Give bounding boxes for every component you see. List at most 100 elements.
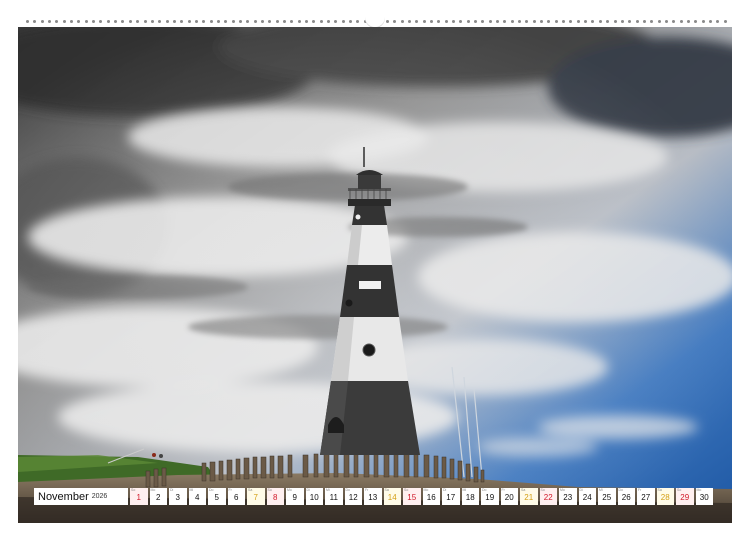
- binding-hole: [650, 19, 654, 23]
- binding-hole: [613, 19, 617, 23]
- day-cell: Fr 20: [500, 488, 518, 505]
- day-number: 15: [407, 493, 417, 502]
- month-label: November 2026: [34, 488, 128, 505]
- weekday-label: Do: [482, 488, 487, 492]
- day-cell: Mi 18: [461, 488, 479, 505]
- weekday-label: So: [131, 488, 136, 492]
- binding-hole: [172, 19, 176, 23]
- binding-hole: [518, 19, 522, 23]
- binding-hole: [554, 19, 558, 23]
- binding-hole: [620, 19, 624, 23]
- photo-illustration: [18, 27, 732, 523]
- day-cell: Fr 27: [637, 488, 655, 505]
- binding-hole: [459, 19, 463, 23]
- day-number: 11: [329, 493, 338, 502]
- day-number: 25: [602, 493, 612, 502]
- binding-hole: [136, 19, 140, 23]
- weekday-label: Mi: [599, 488, 603, 492]
- day-cell: Do 19: [481, 488, 499, 505]
- binding-hole: [143, 19, 147, 23]
- binding-hole: [26, 19, 29, 23]
- weekday-label: Mo: [150, 488, 156, 492]
- day-number: 27: [641, 493, 651, 502]
- binding-hole: [400, 19, 404, 23]
- day-number: 12: [348, 493, 358, 502]
- binding-hole: [473, 19, 477, 23]
- day-number: 5: [214, 493, 219, 502]
- binding-hole: [261, 19, 264, 23]
- day-number: 19: [485, 493, 495, 502]
- weekday-label: Sa: [248, 488, 253, 492]
- binding-hole: [194, 19, 198, 23]
- weekday-label: Mo: [287, 488, 292, 492]
- binding-hole: [510, 19, 514, 23]
- day-cell: Sa 14: [383, 488, 401, 505]
- month-year: 2026: [91, 493, 108, 500]
- day-number: 8: [273, 493, 278, 502]
- binding-hole: [128, 19, 132, 23]
- binding-hole: [429, 19, 433, 23]
- binding-hole: [48, 19, 52, 23]
- binding-hole: [180, 19, 184, 23]
- binding-hole: [437, 19, 441, 23]
- weekday-label: Mo: [696, 488, 702, 492]
- binding-hole: [532, 19, 536, 23]
- binding-hole: [62, 19, 66, 23]
- binding-hole: [628, 19, 632, 23]
- day-cell: Do 5: [208, 488, 226, 505]
- binding-hole: [216, 19, 220, 23]
- day-cell: Mo 30: [695, 488, 713, 505]
- day-number: 4: [195, 493, 200, 502]
- binding-hole: [525, 19, 529, 23]
- binding-hole: [679, 19, 683, 23]
- binding-hole: [481, 19, 485, 23]
- binding-hole: [422, 19, 426, 23]
- binding-hole: [407, 19, 411, 23]
- binding-hole: [576, 19, 580, 23]
- binding-hole: [121, 19, 125, 23]
- lighthouse-photo: [18, 27, 732, 523]
- binding-hole: [635, 19, 639, 23]
- binding-hole: [268, 19, 272, 23]
- binding-hole: [723, 19, 727, 23]
- binding-hole: [503, 19, 507, 23]
- day-number: 21: [524, 493, 534, 502]
- day-cell: Mi 11: [325, 488, 343, 505]
- binding-hole: [33, 19, 37, 23]
- weekday-label: Di: [306, 488, 310, 492]
- binding-hole: [312, 19, 316, 23]
- binding-hole: [672, 19, 676, 23]
- binding-hole: [297, 19, 301, 23]
- binding-hole: [77, 19, 81, 23]
- binding-hole: [606, 19, 610, 23]
- binding-hole: [114, 19, 118, 23]
- binding-hole: [664, 19, 668, 23]
- binding-hole: [694, 19, 698, 23]
- day-number: 10: [309, 493, 319, 502]
- weekday-label: Sa: [384, 488, 389, 492]
- binding-hole: [385, 19, 389, 23]
- day-cell: Mo 16: [422, 488, 440, 505]
- binding-hole: [708, 19, 712, 23]
- weekday-label: Di: [170, 488, 174, 492]
- binding-hole: [540, 19, 544, 23]
- day-cell: Do 12: [344, 488, 362, 505]
- binding-hole: [341, 19, 345, 23]
- day-cell: Fr 6: [227, 488, 245, 505]
- binding-hole: [591, 19, 595, 23]
- binding-hole: [466, 19, 470, 23]
- binding-hole: [253, 19, 257, 23]
- binding-hole: [451, 19, 455, 23]
- binding-hole: [569, 19, 573, 23]
- binding-hole: [327, 19, 331, 23]
- day-cell: Mo 9: [286, 488, 304, 505]
- weekday-label: So: [677, 488, 682, 492]
- binding-hole: [598, 19, 602, 23]
- weekday-label: Fr: [638, 488, 642, 492]
- binding-hole: [238, 19, 242, 23]
- binding-hole: [488, 19, 492, 23]
- day-number: 16: [426, 493, 436, 502]
- binding-hole: [686, 19, 690, 23]
- binding-hole: [283, 19, 287, 23]
- day-cell: Sa 7: [247, 488, 265, 505]
